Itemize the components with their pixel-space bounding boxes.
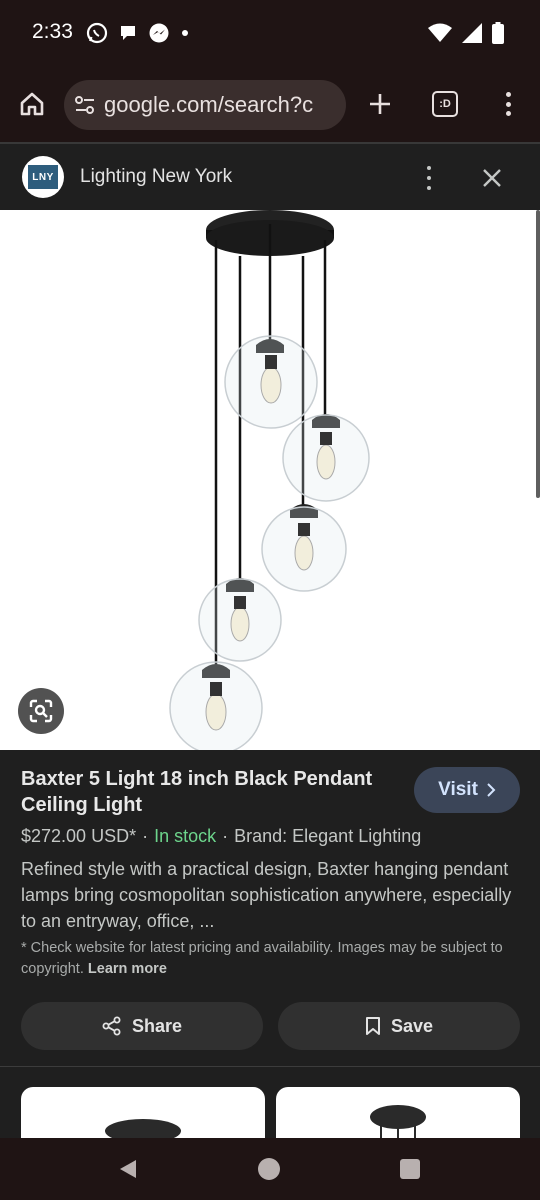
save-label: Save <box>390 1015 434 1036</box>
dot-icon <box>427 186 431 190</box>
dot-icon <box>427 166 431 170</box>
dot-icon <box>505 111 511 116</box>
bookmark-icon <box>365 1017 380 1035</box>
scrollbar[interactable] <box>536 210 540 498</box>
product-image[interactable] <box>0 210 540 750</box>
chat-bubble-icon <box>121 26 135 40</box>
separator: · <box>142 826 149 846</box>
home-nav-button[interactable] <box>258 1158 280 1180</box>
site-logo[interactable]: LNY <box>22 156 64 198</box>
learn-more-link[interactable]: Learn more <box>88 961 167 977</box>
product-details: Baxter 5 Light 18 inch Black Pendant Cei… <box>0 750 540 1066</box>
whatsapp-icon <box>86 22 108 44</box>
close-icon[interactable] <box>478 164 506 192</box>
notification-icons <box>86 22 190 44</box>
related-result-card[interactable] <box>21 1087 265 1138</box>
visit-button[interactable]: Visit <box>414 767 520 813</box>
system-icons <box>428 22 504 44</box>
lens-search-button[interactable] <box>18 688 64 734</box>
tab-switcher-button[interactable]: :D <box>432 91 458 117</box>
chevron-right-icon <box>487 783 496 797</box>
result-panel-header: LNY Lighting New York <box>0 142 540 210</box>
url-text: google.com/search?c <box>104 92 314 117</box>
more-options-button[interactable] <box>420 164 438 192</box>
stock-status: In stock <box>154 826 217 846</box>
home-icon <box>20 92 44 116</box>
related-product-image <box>370 1105 426 1138</box>
related-results <box>0 1066 540 1138</box>
site-settings-icon[interactable] <box>74 94 96 116</box>
status-bar: 2:33 <box>0 0 540 68</box>
signal-icon <box>462 23 482 43</box>
system-navigation-bar <box>0 1138 540 1200</box>
site-name[interactable]: Lighting New York <box>80 166 232 188</box>
home-button[interactable] <box>14 86 50 122</box>
related-result-card[interactable] <box>276 1087 520 1138</box>
messenger-icon <box>149 23 169 43</box>
save-button[interactable]: Save <box>278 1002 520 1050</box>
pendant-light-image <box>169 210 370 750</box>
site-logo-text: LNY <box>28 165 58 189</box>
product-title[interactable]: Baxter 5 Light 18 inch Black Pendant Cei… <box>21 766 401 818</box>
dot-icon <box>182 30 188 36</box>
browser-menu-button[interactable] <box>496 88 520 120</box>
visit-label: Visit <box>438 779 478 800</box>
recents-nav-button[interactable] <box>400 1159 420 1179</box>
price-row: $272.00 USD* · In stock · Brand: Elegant Lig… <box>21 826 421 847</box>
address-bar[interactable]: google.com/search?c <box>64 80 346 130</box>
dot-icon <box>505 101 511 107</box>
google-lens-icon <box>29 699 53 723</box>
share-label: Share <box>131 1015 183 1036</box>
related-product-image <box>105 1119 181 1138</box>
new-tab-button[interactable] <box>362 86 398 122</box>
battery-icon <box>492 22 504 44</box>
plus-icon <box>370 94 390 114</box>
separator: · <box>222 826 229 846</box>
price: $272.00 USD* <box>21 826 137 846</box>
wifi-icon <box>428 23 452 42</box>
share-icon <box>102 1016 121 1036</box>
back-icon[interactable] <box>118 1158 138 1180</box>
dot-icon <box>427 176 431 180</box>
share-button[interactable]: Share <box>21 1002 263 1050</box>
product-description: Refined style with a practical design, B… <box>21 859 512 931</box>
brand: Brand: Elegant Lighting <box>234 826 422 846</box>
dot-icon <box>505 92 511 97</box>
status-time: 2:33 <box>32 20 73 43</box>
pricing-disclaimer: * Check website for latest pricing and a… <box>21 938 521 980</box>
browser-toolbar: google.com/search?c :D <box>0 68 540 142</box>
